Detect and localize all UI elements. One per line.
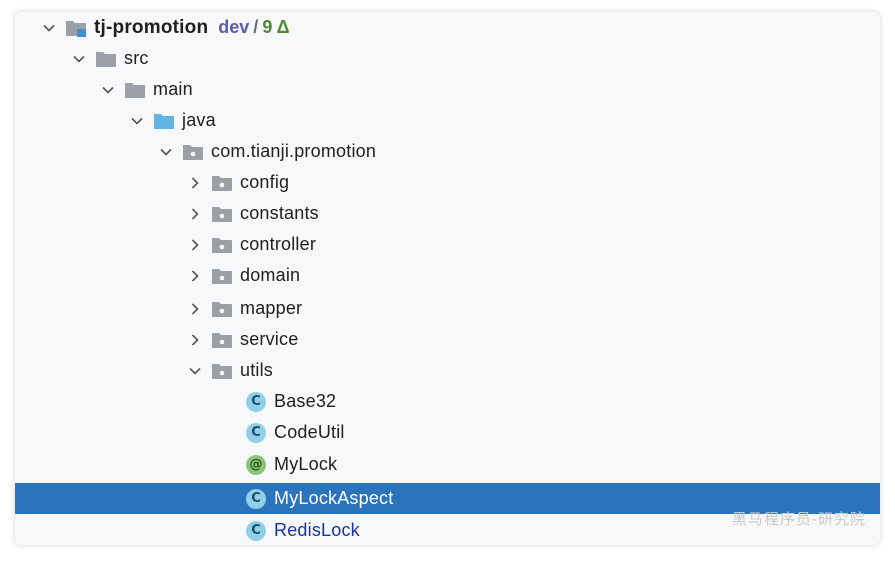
chevron-right-icon[interactable] <box>187 175 203 191</box>
project-tree-panel: tj-promotion dev / 9 Δ src main java com… <box>15 12 880 545</box>
tree-row-constants[interactable]: constants <box>15 198 880 229</box>
module-folder-icon <box>65 18 87 38</box>
tree-row-java[interactable]: java <box>15 105 880 136</box>
tree-label-constants: constants <box>240 203 319 223</box>
tree-row-main[interactable]: main <box>15 74 880 105</box>
package-icon <box>211 235 233 255</box>
tree-label-mylock: MyLock <box>274 454 338 474</box>
chevron-down-icon[interactable] <box>100 82 116 98</box>
tree-row-controller[interactable]: controller <box>15 229 880 260</box>
tree-row-mylock[interactable]: @ MyLock <box>15 449 880 480</box>
project-name: tj-promotion <box>94 16 209 38</box>
chevron-down-icon[interactable] <box>41 20 57 36</box>
java-annotation-icon: @ <box>246 454 266 475</box>
chevron-right-icon[interactable] <box>187 332 203 348</box>
chevron-right-icon[interactable] <box>187 237 203 253</box>
tree-row-utils[interactable]: utils <box>15 355 880 386</box>
tree-row-project-root[interactable]: tj-promotion dev / 9 Δ <box>15 12 880 43</box>
chevron-right-icon[interactable] <box>187 206 203 222</box>
tree-label-src: src <box>124 48 149 68</box>
tree-label-java: java <box>182 110 216 130</box>
tree-label-config: config <box>240 172 290 192</box>
tree-label-mapper: mapper <box>240 298 303 318</box>
tree-row-base32[interactable]: C Base32 <box>15 386 880 417</box>
tree-label-domain: domain <box>240 265 301 285</box>
tree-row-config[interactable]: config <box>15 167 880 198</box>
tree-label-base32: Base32 <box>274 391 337 411</box>
folder-icon <box>124 80 146 100</box>
tree-row-domain[interactable]: domain <box>15 260 880 291</box>
java-class-icon: C <box>246 422 266 443</box>
tree-label-mylockaspect: MyLockAspect <box>274 488 394 508</box>
tree-row-src[interactable]: src <box>15 43 880 74</box>
folder-icon <box>95 49 117 69</box>
git-branch: dev <box>218 17 250 37</box>
chevron-down-icon[interactable] <box>129 113 145 129</box>
package-icon <box>182 142 204 162</box>
tree-label-controller: controller <box>240 234 317 254</box>
tree-row-codeutil[interactable]: C CodeUtil <box>15 417 880 448</box>
chevron-right-icon[interactable] <box>187 268 203 284</box>
package-icon <box>211 266 233 286</box>
watermark: 黑马程序员-研究院 <box>731 510 866 528</box>
chevron-down-icon[interactable] <box>187 363 203 379</box>
package-icon <box>211 173 233 193</box>
java-class-icon: C <box>246 520 266 541</box>
tree-label-main: main <box>153 79 193 99</box>
tree-label-package: com.tianji.promotion <box>211 141 377 161</box>
chevron-down-icon[interactable] <box>158 144 174 160</box>
tree-row-service[interactable]: service <box>15 324 880 355</box>
chevron-down-icon[interactable] <box>71 51 87 67</box>
tree-row-mapper[interactable]: mapper <box>15 293 880 324</box>
tree-label-service: service <box>240 329 299 349</box>
tree-row-package[interactable]: com.tianji.promotion <box>15 136 880 167</box>
java-class-icon: C <box>246 391 266 412</box>
git-changes-count: 9 Δ <box>262 17 290 37</box>
tree-label-redislock: RedisLock <box>274 520 360 540</box>
package-icon <box>211 204 233 224</box>
package-icon <box>211 299 233 319</box>
branch-separator: / <box>253 17 259 37</box>
tree-label-utils: utils <box>240 360 274 380</box>
source-folder-icon <box>153 111 175 131</box>
package-icon <box>211 330 233 350</box>
java-class-icon: C <box>246 488 266 509</box>
chevron-right-icon[interactable] <box>187 301 203 317</box>
package-icon <box>211 361 233 381</box>
tree-label-codeutil: CodeUtil <box>274 422 345 442</box>
